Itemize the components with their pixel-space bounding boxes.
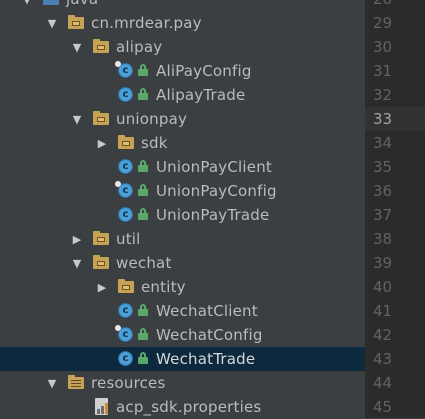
tree-item-label: AlipayTrade [156,86,246,104]
tree-item-label: WechatClient [156,302,258,320]
class-icon: c [118,158,136,176]
package-folder-icon [93,38,111,56]
tree-row[interactable]: c UnionPayClient [0,155,365,179]
tree-item-label: entity [141,278,186,296]
line-number: 45 [373,398,393,416]
line-number: 32 [373,86,393,104]
package-folder-icon [93,254,111,272]
tree-item-label: WechatConfig [156,326,263,344]
class-icon: c [115,61,136,80]
editor-gutter: 28 29 30 31 32 33 34 35 36 37 38 39 40 41 42 43 44 45 [365,0,425,418]
tree-item-label: UnionPayTrade [156,206,270,224]
tree-row[interactable]: ▼ wechat [0,251,365,275]
tree-item-label: cn.mrdear.pay [91,14,202,32]
lock-icon [138,328,148,340]
line-number: 44 [373,374,393,392]
resources-folder-icon [68,374,86,392]
lock-icon [138,88,148,100]
line-number: 28 [365,0,425,11]
tree-item-label: unionpay [116,110,188,128]
tree-item-label: UnionPayClient [156,158,273,176]
class-icon: c [115,181,136,200]
tree-item-label: java [66,0,98,11]
tree-row[interactable]: c WechatTrade [0,347,365,371]
package-folder-icon [93,230,111,248]
tree-row[interactable]: c WechatConfig [0,323,365,347]
arrow-down-icon[interactable]: ▼ [70,251,84,275]
class-icon: c [118,86,136,104]
tree-row[interactable]: ▶ entity [0,275,365,299]
tree-row[interactable]: ▼ resources [0,371,365,395]
line-number: 30 [373,38,393,56]
arrow-right-icon[interactable]: ▶ [95,131,109,155]
pin-icon [115,61,121,67]
tree-row[interactable]: c AliPayConfig [0,59,365,83]
package-folder-icon [118,134,136,152]
tree-item-label: acp_sdk.properties [116,398,262,416]
package-folder-icon [68,14,86,32]
tree-row[interactable]: ▶ util [0,227,365,251]
line-number: 41 [373,302,393,320]
arrow-right-icon[interactable]: ▶ [95,275,109,299]
arrow-down-icon[interactable]: ▼ [70,35,84,59]
tree-item-label: alipay [116,38,163,56]
properties-file-icon [93,398,111,416]
lock-icon [138,208,148,220]
lock-icon [138,352,148,364]
line-number: 39 [373,254,393,272]
tree-item-label: sdk [141,134,168,152]
arrow-down-icon[interactable]: ▼ [45,11,59,35]
tree-item-label: WechatTrade [156,350,256,368]
tree-item-label: util [116,230,141,248]
class-icon: c [118,302,136,320]
tree-row[interactable]: ▶ sdk [0,131,365,155]
class-icon: c [118,350,136,368]
lock-icon [138,160,148,172]
line-number: 35 [373,158,393,176]
tree-row[interactable]: c UnionPayConfig [0,179,365,203]
tree-row[interactable]: ▼ unionpay [0,107,365,131]
tree-row[interactable]: c UnionPayTrade [0,203,365,227]
line-number: 43 [373,350,393,368]
line-number: 37 [373,206,393,224]
class-icon: c [115,325,136,344]
line-number: 29 [373,14,393,32]
arrow-down-icon[interactable]: ▼ [45,371,59,395]
package-folder-icon [93,110,111,128]
line-number: 33 [373,110,393,128]
line-number: 34 [373,134,393,152]
pin-icon [115,181,121,187]
tree-row[interactable]: ▼ alipay [0,35,365,59]
lock-icon [138,184,148,196]
line-number: 40 [373,278,393,296]
tree-row[interactable]: ▼ java [0,0,365,11]
tree-item-label: resources [91,374,166,392]
package-folder-icon [43,0,61,8]
arrow-down-icon[interactable]: ▼ [70,107,84,131]
tree-row[interactable]: acp_sdk.properties [0,395,365,418]
tree-item-label: AliPayConfig [156,62,252,80]
lock-icon [138,304,148,316]
tree-row[interactable]: c AlipayTrade [0,83,365,107]
pin-icon [115,325,121,331]
line-number: 36 [373,182,393,200]
arrow-down-icon[interactable]: ▼ [20,0,34,11]
line-number: 31 [373,62,393,80]
line-number: 42 [373,326,393,344]
tree-row[interactable]: c WechatClient [0,299,365,323]
line-number: 38 [373,230,393,248]
tree-item-label: UnionPayConfig [156,182,277,200]
lock-icon [138,64,148,76]
tree-item-label: wechat [116,254,172,272]
tree-row[interactable]: ▼ cn.mrdear.pay [0,11,365,35]
package-folder-icon [118,278,136,296]
class-icon: c [118,206,136,224]
arrow-right-icon[interactable]: ▶ [70,227,84,251]
project-tree: ▼java▼cn.mrdear.pay▼alipaycAliPayConfigc… [0,0,365,418]
